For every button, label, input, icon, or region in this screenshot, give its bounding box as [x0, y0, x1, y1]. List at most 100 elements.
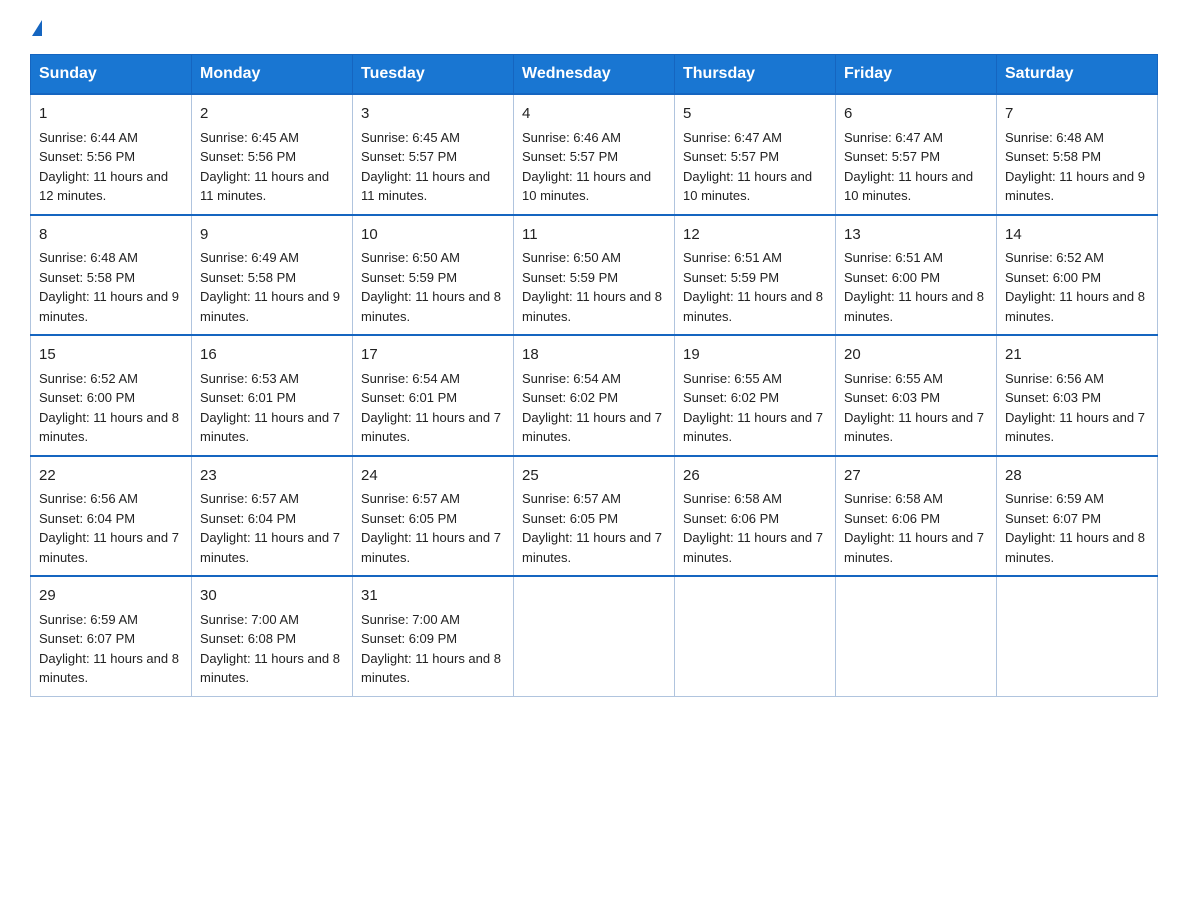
day-number: 17 [361, 344, 505, 367]
calendar-cell: 3Sunrise: 6:45 AMSunset: 5:57 PMDaylight… [353, 94, 514, 215]
calendar-cell: 17 Sunrise: 6:54 AMSunset: 6:01 PMDayligh… [353, 335, 514, 456]
day-number: 14 [1005, 224, 1149, 247]
day-detail: Sunrise: 6:51 AMSunset: 6:00 PMDaylight:… [844, 250, 984, 324]
calendar-cell: 29 Sunrise: 6:59 AMSunset: 6:07 PMDayligh… [31, 576, 192, 696]
day-number: 29 [39, 585, 183, 608]
day-number: 22 [39, 465, 183, 488]
calendar-cell: 11 Sunrise: 6:50 AMSunset: 5:59 PMDayligh… [514, 215, 675, 336]
day-number: 8 [39, 224, 183, 247]
header [30, 20, 1158, 36]
day-number: 28 [1005, 465, 1149, 488]
weekday-header-saturday: Saturday [997, 55, 1158, 95]
calendar-cell: 18 Sunrise: 6:54 AMSunset: 6:02 PMDayligh… [514, 335, 675, 456]
day-detail: Sunrise: 6:52 AMSunset: 6:00 PMDaylight:… [1005, 250, 1145, 324]
weekday-header-tuesday: Tuesday [353, 55, 514, 95]
day-detail: Sunrise: 6:54 AMSunset: 6:02 PMDaylight:… [522, 371, 662, 445]
calendar-cell: 15 Sunrise: 6:52 AMSunset: 6:00 PMDayligh… [31, 335, 192, 456]
day-detail: Sunrise: 6:58 AMSunset: 6:06 PMDaylight:… [683, 491, 823, 565]
week-row-3: 15 Sunrise: 6:52 AMSunset: 6:00 PMDayligh… [31, 335, 1158, 456]
day-detail: Sunrise: 6:49 AMSunset: 5:58 PMDaylight:… [200, 250, 340, 324]
day-detail: Sunrise: 6:53 AMSunset: 6:01 PMDaylight:… [200, 371, 340, 445]
calendar-cell: 25 Sunrise: 6:57 AMSunset: 6:05 PMDayligh… [514, 456, 675, 577]
day-detail: Sunrise: 6:45 AMSunset: 5:57 PMDaylight:… [361, 130, 490, 204]
day-detail: Sunrise: 6:55 AMSunset: 6:03 PMDaylight:… [844, 371, 984, 445]
day-detail: Sunrise: 6:44 AMSunset: 5:56 PMDaylight:… [39, 130, 168, 204]
weekday-header-monday: Monday [192, 55, 353, 95]
day-number: 6 [844, 103, 988, 126]
day-number: 11 [522, 224, 666, 247]
week-row-4: 22 Sunrise: 6:56 AMSunset: 6:04 PMDayligh… [31, 456, 1158, 577]
day-number: 27 [844, 465, 988, 488]
calendar-cell: 19 Sunrise: 6:55 AMSunset: 6:02 PMDayligh… [675, 335, 836, 456]
calendar-cell [836, 576, 997, 696]
calendar-table: SundayMondayTuesdayWednesdayThursdayFrid… [30, 54, 1158, 697]
day-detail: Sunrise: 6:50 AMSunset: 5:59 PMDaylight:… [361, 250, 501, 324]
calendar-cell: 26Sunrise: 6:58 AMSunset: 6:06 PMDayligh… [675, 456, 836, 577]
day-number: 12 [683, 224, 827, 247]
day-detail: Sunrise: 6:56 AMSunset: 6:03 PMDaylight:… [1005, 371, 1145, 445]
day-detail: Sunrise: 6:56 AMSunset: 6:04 PMDaylight:… [39, 491, 179, 565]
day-detail: Sunrise: 6:58 AMSunset: 6:06 PMDaylight:… [844, 491, 984, 565]
day-detail: Sunrise: 6:54 AMSunset: 6:01 PMDaylight:… [361, 371, 501, 445]
day-detail: Sunrise: 6:47 AMSunset: 5:57 PMDaylight:… [844, 130, 973, 204]
calendar-cell: 16Sunrise: 6:53 AMSunset: 6:01 PMDayligh… [192, 335, 353, 456]
calendar-cell: 1Sunrise: 6:44 AMSunset: 5:56 PMDaylight… [31, 94, 192, 215]
calendar-cell: 20 Sunrise: 6:55 AMSunset: 6:03 PMDayligh… [836, 335, 997, 456]
day-detail: Sunrise: 6:55 AMSunset: 6:02 PMDaylight:… [683, 371, 823, 445]
calendar-cell: 12Sunrise: 6:51 AMSunset: 5:59 PMDayligh… [675, 215, 836, 336]
day-number: 18 [522, 344, 666, 367]
calendar-cell: 8 Sunrise: 6:48 AMSunset: 5:58 PMDaylight… [31, 215, 192, 336]
day-number: 25 [522, 465, 666, 488]
week-row-2: 8 Sunrise: 6:48 AMSunset: 5:58 PMDaylight… [31, 215, 1158, 336]
calendar-cell: 13 Sunrise: 6:51 AMSunset: 6:00 PMDayligh… [836, 215, 997, 336]
calendar-cell: 21 Sunrise: 6:56 AMSunset: 6:03 PMDayligh… [997, 335, 1158, 456]
day-number: 30 [200, 585, 344, 608]
day-detail: Sunrise: 6:57 AMSunset: 6:04 PMDaylight:… [200, 491, 340, 565]
day-number: 20 [844, 344, 988, 367]
calendar-cell: 28 Sunrise: 6:59 AMSunset: 6:07 PMDayligh… [997, 456, 1158, 577]
day-number: 19 [683, 344, 827, 367]
weekday-header-friday: Friday [836, 55, 997, 95]
day-number: 10 [361, 224, 505, 247]
day-number: 24 [361, 465, 505, 488]
day-detail: Sunrise: 6:59 AMSunset: 6:07 PMDaylight:… [39, 612, 179, 686]
calendar-cell: 6 Sunrise: 6:47 AMSunset: 5:57 PMDaylight… [836, 94, 997, 215]
logo-triangle-icon [32, 20, 42, 36]
calendar-cell: 4 Sunrise: 6:46 AMSunset: 5:57 PMDaylight… [514, 94, 675, 215]
calendar-cell: 27 Sunrise: 6:58 AMSunset: 6:06 PMDayligh… [836, 456, 997, 577]
calendar-cell: 10 Sunrise: 6:50 AMSunset: 5:59 PMDayligh… [353, 215, 514, 336]
day-number: 5 [683, 103, 827, 126]
calendar-cell: 14 Sunrise: 6:52 AMSunset: 6:00 PMDayligh… [997, 215, 1158, 336]
day-detail: Sunrise: 6:57 AMSunset: 6:05 PMDaylight:… [522, 491, 662, 565]
day-number: 15 [39, 344, 183, 367]
day-detail: Sunrise: 6:59 AMSunset: 6:07 PMDaylight:… [1005, 491, 1145, 565]
calendar-cell: 7 Sunrise: 6:48 AMSunset: 5:58 PMDaylight… [997, 94, 1158, 215]
day-number: 4 [522, 103, 666, 126]
day-number: 21 [1005, 344, 1149, 367]
calendar-cell: 22 Sunrise: 6:56 AMSunset: 6:04 PMDayligh… [31, 456, 192, 577]
day-number: 13 [844, 224, 988, 247]
weekday-header-sunday: Sunday [31, 55, 192, 95]
day-detail: Sunrise: 6:50 AMSunset: 5:59 PMDaylight:… [522, 250, 662, 324]
day-detail: Sunrise: 6:47 AMSunset: 5:57 PMDaylight:… [683, 130, 812, 204]
calendar-cell: 30Sunrise: 7:00 AMSunset: 6:08 PMDayligh… [192, 576, 353, 696]
day-detail: Sunrise: 6:46 AMSunset: 5:57 PMDaylight:… [522, 130, 651, 204]
calendar-cell: 2Sunrise: 6:45 AMSunset: 5:56 PMDaylight… [192, 94, 353, 215]
day-number: 31 [361, 585, 505, 608]
week-row-5: 29 Sunrise: 6:59 AMSunset: 6:07 PMDayligh… [31, 576, 1158, 696]
weekday-header-thursday: Thursday [675, 55, 836, 95]
day-detail: Sunrise: 6:48 AMSunset: 5:58 PMDaylight:… [39, 250, 179, 324]
calendar-cell [997, 576, 1158, 696]
weekday-header-wednesday: Wednesday [514, 55, 675, 95]
logo [30, 20, 42, 36]
day-detail: Sunrise: 6:57 AMSunset: 6:05 PMDaylight:… [361, 491, 501, 565]
day-detail: Sunrise: 6:48 AMSunset: 5:58 PMDaylight:… [1005, 130, 1145, 204]
day-detail: Sunrise: 6:52 AMSunset: 6:00 PMDaylight:… [39, 371, 179, 445]
calendar-cell: 5 Sunrise: 6:47 AMSunset: 5:57 PMDaylight… [675, 94, 836, 215]
day-detail: Sunrise: 6:45 AMSunset: 5:56 PMDaylight:… [200, 130, 329, 204]
calendar-cell: 24 Sunrise: 6:57 AMSunset: 6:05 PMDayligh… [353, 456, 514, 577]
calendar-cell: 9 Sunrise: 6:49 AMSunset: 5:58 PMDaylight… [192, 215, 353, 336]
day-number: 9 [200, 224, 344, 247]
calendar-cell [514, 576, 675, 696]
day-number: 7 [1005, 103, 1149, 126]
